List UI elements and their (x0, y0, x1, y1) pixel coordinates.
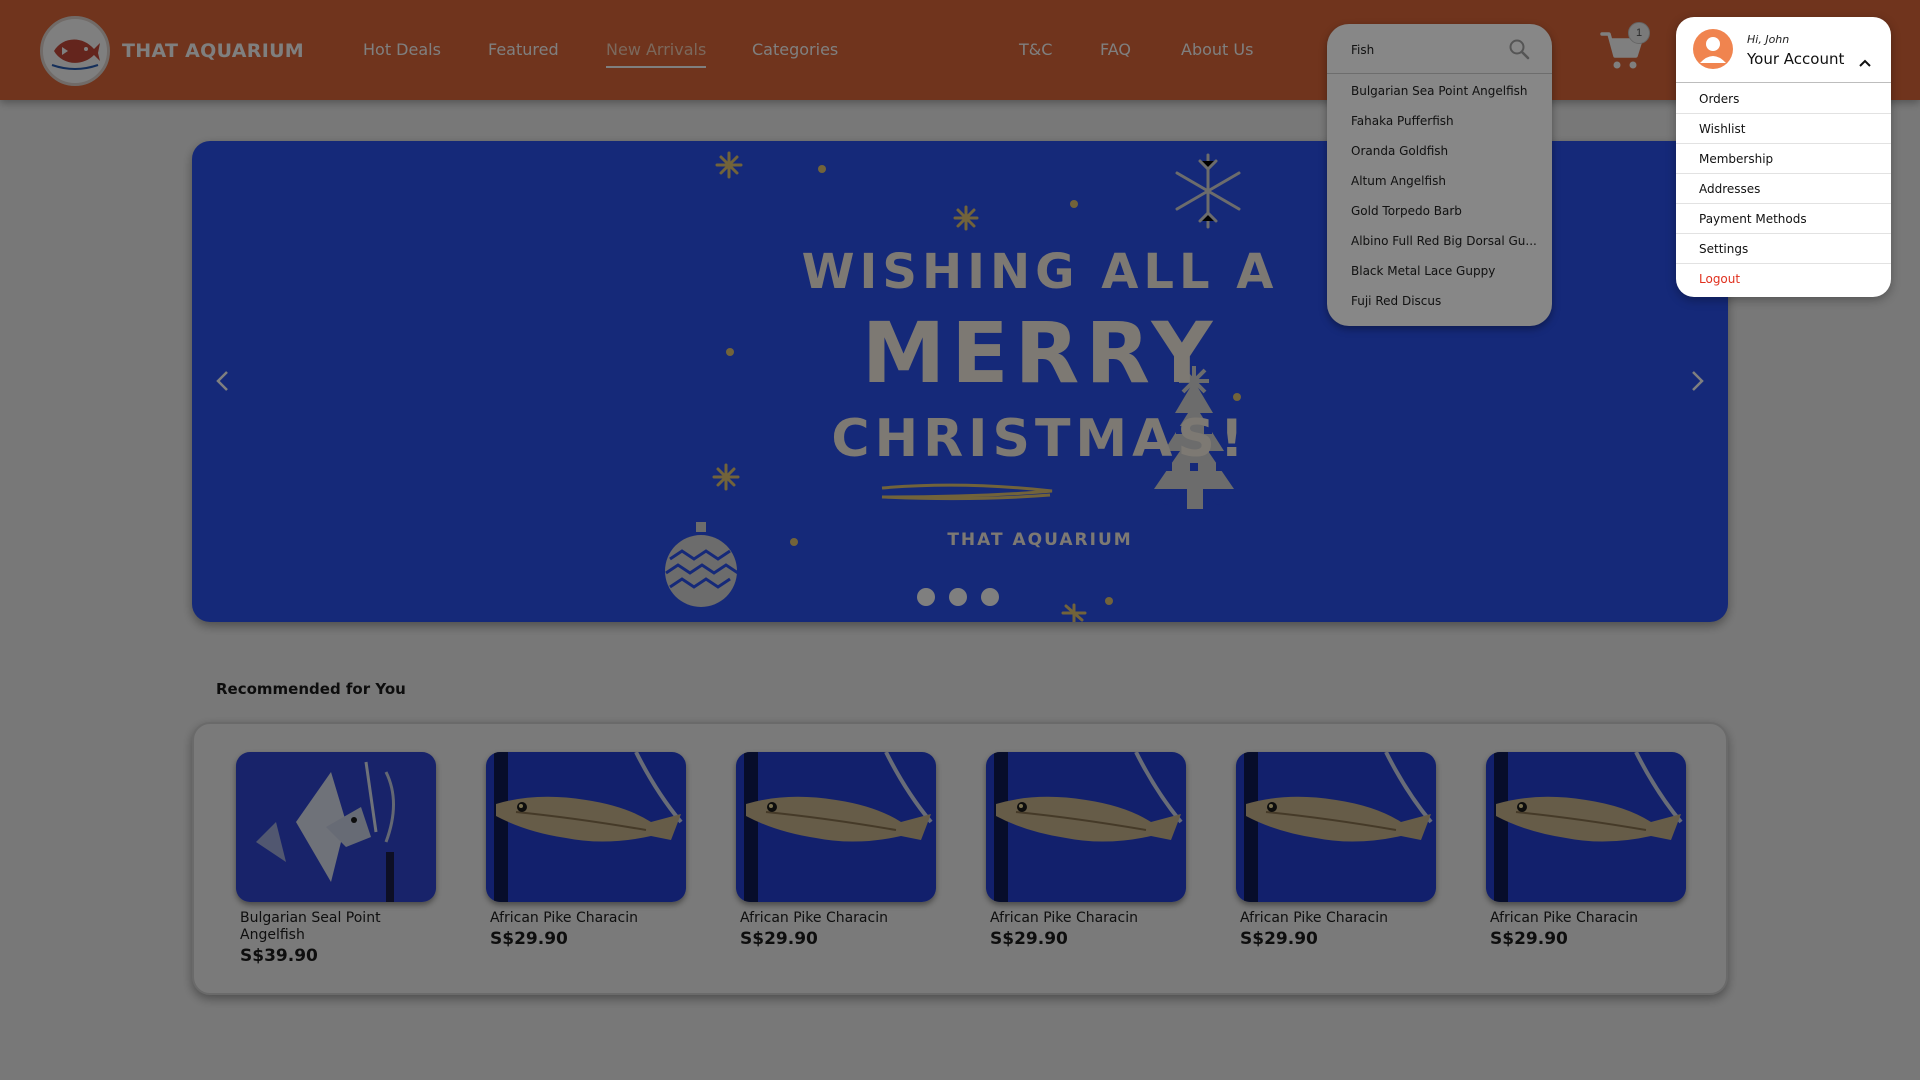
account-menu-orders[interactable]: Orders (1676, 84, 1891, 114)
account-menu-membership[interactable]: Membership (1676, 144, 1891, 174)
search-bar (1327, 24, 1552, 74)
search-suggestion[interactable]: Gold Torpedo Barb (1351, 204, 1537, 218)
search-suggestion[interactable]: Fuji Red Discus (1351, 294, 1537, 308)
account-menu-payment-methods[interactable]: Payment Methods (1676, 204, 1891, 234)
chevron-up-icon (1858, 55, 1872, 67)
search-suggestion[interactable]: Black Metal Lace Guppy (1351, 264, 1537, 278)
account-menu-addresses[interactable]: Addresses (1676, 174, 1891, 204)
search-suggestion[interactable]: Altum Angelfish (1351, 174, 1537, 188)
search-suggestion[interactable]: Bulgarian Sea Point Angelfish (1351, 84, 1537, 98)
search-suggestion[interactable]: Albino Full Red Big Dorsal Gu... (1351, 234, 1537, 248)
account-toggle[interactable]: Hi, John Your Account (1676, 17, 1891, 83)
search-suggestion[interactable]: Fahaka Pufferfish (1351, 114, 1537, 128)
modal-overlay[interactable] (0, 0, 1920, 1080)
logout-button[interactable]: Logout (1676, 264, 1891, 294)
search-input[interactable] (1351, 40, 1511, 60)
account-title: Your Account (1747, 50, 1845, 68)
account-menu-settings[interactable]: Settings (1676, 234, 1891, 264)
account-dropdown: Hi, John Your Account Orders Wishlist Me… (1676, 17, 1891, 297)
search-dropdown: Bulgarian Sea Point Angelfish Fahaka Puf… (1327, 24, 1552, 326)
account-greeting: Hi, John (1747, 33, 1790, 46)
search-suggestion[interactable]: Oranda Goldfish (1351, 144, 1537, 158)
account-menu-wishlist[interactable]: Wishlist (1676, 114, 1891, 144)
avatar (1693, 29, 1733, 69)
search-icon[interactable] (1508, 38, 1530, 60)
